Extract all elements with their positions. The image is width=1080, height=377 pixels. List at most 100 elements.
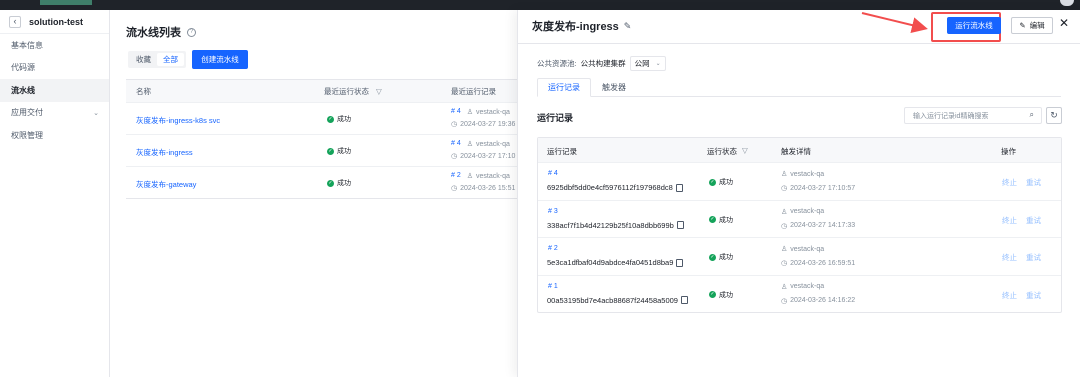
table-row: # 3 338acf7f1b4d42129b25f10a8dbb699b ✓ 成功 ♙ v… (538, 199, 1061, 238)
network-value: 公网 (634, 59, 650, 68)
success-icon: ✓ (709, 178, 716, 186)
sidebar-item-label: 应用交付 (11, 108, 43, 118)
pipeline-list-panel: 流水线列表 ? 收藏 全部 创建流水线 名称 最近运行状态 ▽ 最近运行记录 灰… (110, 10, 527, 377)
edit-button-label: 编辑 (1029, 21, 1045, 30)
sidebar-item[interactable]: 权限管理 (0, 124, 109, 147)
run-user: ♙ vestack-qa (466, 172, 510, 181)
project-name: solution-test (29, 16, 83, 27)
close-icon[interactable]: ✕ (1059, 16, 1069, 30)
user-name: vestack-qa (790, 245, 825, 253)
filter-all[interactable]: 全部 (157, 53, 184, 66)
edit-button[interactable]: ✎ 编辑 (1011, 17, 1053, 34)
last-run-info: # 4 ♙ vestack-qa (451, 140, 510, 148)
filter-favorites[interactable]: 收藏 (130, 53, 157, 66)
drawer-title-text: 灰度发布-ingress (532, 21, 619, 33)
col-name: 名称 (136, 86, 151, 96)
run-number[interactable]: # 4 (548, 170, 558, 177)
clock-icon: ◷ (451, 121, 458, 128)
retry-button[interactable]: 重试 (1026, 252, 1041, 263)
sidebar-item[interactable]: 应用交付 ⌄ (0, 102, 109, 125)
status-text: 成功 (337, 148, 351, 155)
clock-icon: ◷ (781, 222, 788, 230)
stop-button[interactable]: 终止 (1002, 290, 1017, 301)
status-text: 成功 (719, 179, 733, 186)
run-number[interactable]: # 4 (451, 140, 461, 148)
favorite-filter: 收藏 全部 (128, 51, 186, 68)
refresh-icon[interactable]: ↻ (1046, 107, 1062, 124)
pipeline-name-link[interactable]: 灰度发布-gateway (136, 179, 196, 190)
status-badge: ✓ 成功 (327, 114, 351, 124)
pipeline-name-link[interactable]: 灰度发布-ingress-k8s svc (136, 115, 220, 126)
retry-button[interactable]: 重试 (1026, 177, 1041, 188)
copy-icon[interactable] (680, 296, 688, 304)
tab-triggers[interactable]: 触发器 (591, 78, 637, 97)
copy-icon[interactable] (676, 221, 684, 229)
success-icon: ✓ (327, 179, 334, 187)
success-icon: ✓ (709, 253, 716, 261)
trigger-time: ◷ 2024-03-26 14:16:22 (781, 297, 855, 305)
run-time: ◷ 2024-03-27 19:36 (451, 120, 515, 129)
retry-button[interactable]: 重试 (1026, 290, 1041, 301)
col-last-status[interactable]: 最近运行状态 (324, 86, 369, 97)
retry-button[interactable]: 重试 (1026, 215, 1041, 226)
run-time-text: 2024-03-27 17:10 (460, 152, 516, 160)
copy-icon[interactable] (676, 258, 684, 267)
status-text: 成功 (337, 116, 351, 123)
copy-icon[interactable] (675, 183, 683, 192)
stop-button[interactable]: 终止 (1002, 252, 1017, 263)
pipeline-name-link[interactable]: 灰度发布-ingress (136, 147, 193, 158)
run-number[interactable]: # 4 (451, 108, 461, 116)
run-number[interactable]: # 1 (548, 283, 558, 290)
run-number[interactable]: # 2 (451, 172, 461, 180)
col-record: 运行记录 (547, 147, 577, 156)
filter-icon[interactable]: ▽ (376, 87, 382, 96)
stop-button[interactable]: 终止 (1002, 215, 1017, 226)
trigger-time-text: 2024-03-26 16:59:51 (790, 259, 856, 267)
resource-pool-label: 公共资源池: (537, 59, 577, 68)
status-badge: ✓ 成功 (327, 178, 351, 188)
user-icon: ♙ (466, 173, 474, 180)
clock-icon: ◷ (781, 297, 788, 305)
sidebar-item[interactable]: 流水线 (0, 79, 109, 102)
search-icon[interactable]: ⌕ (1030, 110, 1034, 120)
col-trigger: 触发详情 (781, 147, 811, 156)
help-icon[interactable]: ? (187, 27, 196, 37)
run-table-header: 运行记录 运行状态 ▽ 触发详情 操作 (538, 138, 1061, 162)
status-filter-icon[interactable]: ▽ (742, 146, 748, 155)
run-id-text: 338acf7f1b4d42129b25f10a8dbb699b (547, 220, 674, 230)
record-search-input[interactable]: 输入运行记录id精确搜索 ⌕ (904, 107, 1042, 124)
sidebar-item[interactable]: 代码源 (0, 57, 109, 80)
tab-run-records[interactable]: 运行记录 (537, 78, 591, 97)
trigger-time: ◷ 2024-03-27 17:10:57 (781, 184, 855, 193)
network-select[interactable]: 公网 ⌄ (629, 56, 666, 71)
pencil-icon[interactable]: ✎ (624, 21, 632, 32)
sidebar-item[interactable]: 基本信息 (0, 34, 109, 57)
sidebar: ‹ solution-test 基本信息 代码源 流水线 应用交付 ⌄ 权限管理 (0, 10, 110, 377)
create-pipeline-button[interactable]: 创建流水线 (192, 50, 248, 69)
trigger-user: ♙ vestack-qa (781, 170, 825, 179)
search-placeholder: 输入运行记录id精确搜索 (913, 112, 989, 120)
status-badge: ✓ 成功 (709, 177, 733, 187)
trigger-time: ◷ 2024-03-26 16:59:51 (781, 259, 856, 268)
success-icon: ✓ (709, 291, 716, 298)
run-time: ◷ 2024-03-27 17:10 (451, 152, 516, 161)
run-id-text: 6925dbf5dd0e4cf5976112f197968dc8 (547, 183, 673, 192)
clock-icon: ◷ (451, 153, 458, 160)
chevron-down-icon: ⌄ (655, 61, 661, 67)
resource-pool: 公共资源池: 公共构建集群 公网 ⌄ (537, 56, 666, 71)
run-number[interactable]: # 3 (548, 208, 558, 215)
status-text: 成功 (719, 254, 733, 261)
user-icon: ♙ (781, 171, 788, 178)
success-icon: ✓ (327, 115, 334, 123)
col-status[interactable]: 运行状态 (707, 146, 737, 157)
avatar[interactable] (1060, 0, 1074, 6)
drawer-title: 灰度发布-ingress ✎ (532, 18, 631, 34)
run-pipeline-button[interactable]: 运行流水线 (947, 17, 1001, 34)
run-number[interactable]: # 2 (548, 245, 558, 252)
user-icon: ♙ (466, 109, 474, 116)
run-id-text: 00a53195bd7e4acb88687f24458a5009 (547, 295, 678, 305)
user-name: vestack-qa (790, 170, 825, 178)
stop-button[interactable]: 终止 (1002, 177, 1017, 188)
pipeline-table: 名称 最近运行状态 ▽ 最近运行记录 灰度发布-ingress-k8s svc ✓… (126, 79, 527, 199)
back-icon[interactable]: ‹ (9, 15, 21, 28)
